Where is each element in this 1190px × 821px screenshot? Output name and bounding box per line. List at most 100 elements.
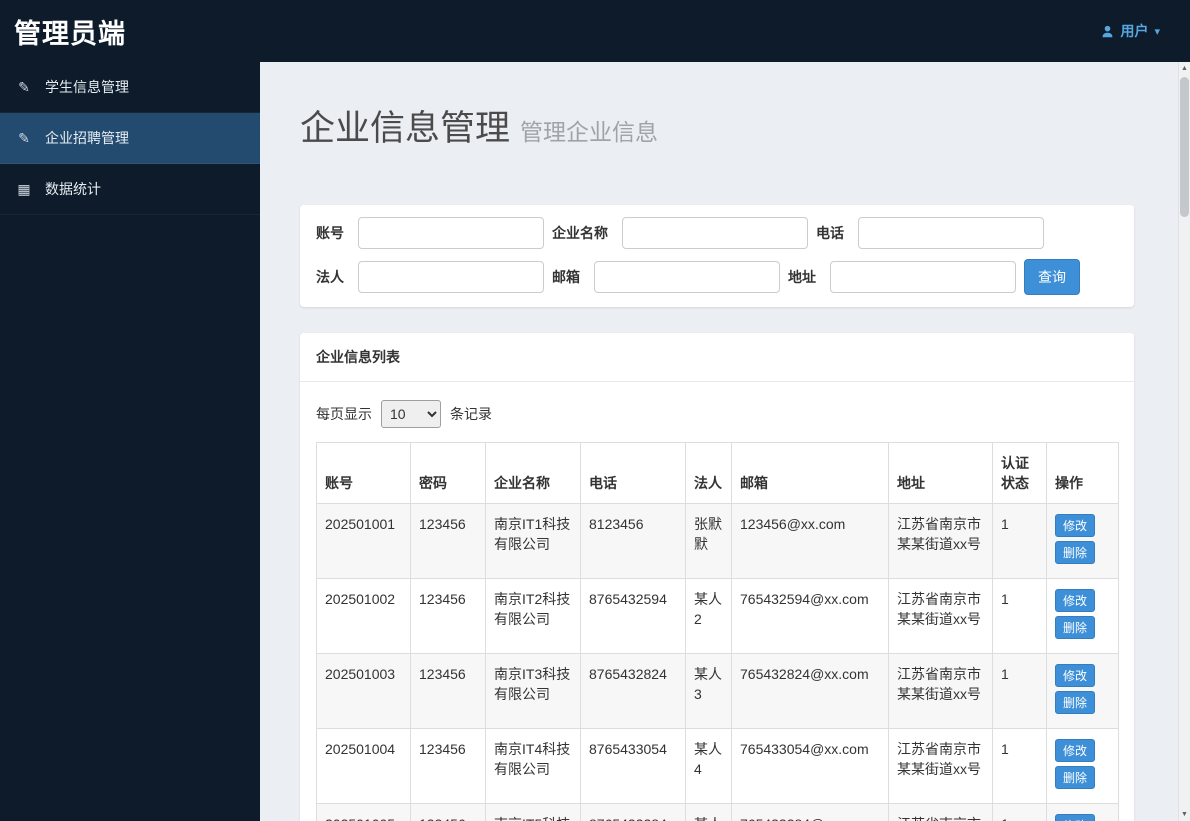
- cell-actions: 修改删除: [1046, 653, 1119, 729]
- column-header: 密码: [410, 442, 486, 504]
- email-input[interactable]: [594, 261, 780, 293]
- delete-button[interactable]: 删除: [1055, 541, 1096, 564]
- companies-table: 账号 密码 企业名称 电话 法人 邮箱 地址 认证状态 操作 202501001 123456 南京…: [316, 442, 1119, 821]
- cell-phone: 8123456: [580, 503, 686, 579]
- cell-password: 123456: [410, 803, 486, 821]
- cell-phone: 8765432594: [580, 578, 686, 654]
- field-label: 法人: [316, 269, 344, 285]
- cell-company: 南京IT5科技有限公司: [485, 803, 581, 821]
- search-card: 账号 企业名称 电话 法人 邮箱 地址 查询: [300, 205, 1134, 307]
- cell-legal: 某人2: [685, 578, 732, 654]
- cell-status: 1: [992, 728, 1047, 804]
- field-label: 地址: [788, 269, 816, 285]
- edit-button[interactable]: 修改: [1055, 814, 1096, 821]
- cell-actions: 修改删除: [1046, 728, 1119, 804]
- caret-down-icon: ▾: [1154, 25, 1160, 38]
- cell-company: 南京IT1科技有限公司: [485, 503, 581, 579]
- cell-status: 1: [992, 503, 1047, 579]
- scroll-up-icon[interactable]: ▲: [1179, 62, 1190, 75]
- cell-status: 1: [992, 578, 1047, 654]
- sidebar-item-students[interactable]: ✎ 学生信息管理: [0, 62, 260, 113]
- cell-account: 202501005: [316, 803, 411, 821]
- legal-person-input[interactable]: [358, 261, 544, 293]
- search-submit-button[interactable]: 查询: [1024, 259, 1080, 295]
- account-input[interactable]: [358, 217, 544, 249]
- page-title: 企业信息管理: [300, 109, 511, 148]
- edit-button[interactable]: 修改: [1055, 589, 1096, 612]
- sidebar-nav: ✎ 学生信息管理 ✎ 企业招聘管理 ▦ 数据统计: [0, 62, 260, 215]
- edit-button[interactable]: 修改: [1055, 514, 1096, 537]
- cell-legal: 某人5: [685, 803, 732, 821]
- delete-button[interactable]: 删除: [1055, 691, 1096, 714]
- cell-email: 123456@xx.com: [731, 503, 889, 579]
- cell-phone: 8765433284: [580, 803, 686, 821]
- scroll-down-icon[interactable]: ▼: [1179, 808, 1190, 821]
- sidebar-item-statistics[interactable]: ▦ 数据统计: [0, 164, 260, 215]
- table-body: 202501001 123456 南京IT1科技有限公司 8123456 张默默 1234…: [316, 503, 1119, 821]
- cell-address: 江苏省南京市某某街道xx号: [888, 653, 993, 729]
- cell-email: 765433054@xx.com: [731, 728, 889, 804]
- cell-address: 江苏省南京市某某街道xx号: [888, 503, 993, 579]
- cell-account: 202501004: [316, 728, 411, 804]
- search-field-phone: 电话: [816, 217, 1044, 249]
- address-input[interactable]: [830, 261, 1016, 293]
- app-title: 管理员端: [14, 18, 126, 49]
- scrollbar-thumb[interactable]: [1180, 77, 1189, 217]
- cell-email: 765432594@xx.com: [731, 578, 889, 654]
- cell-email: 765432824@xx.com: [731, 653, 889, 729]
- cell-status: 1: [992, 803, 1047, 821]
- field-label: 企业名称: [552, 225, 608, 241]
- company-name-input[interactable]: [622, 217, 808, 249]
- table-row: 202501004 123456 南京IT4科技有限公司 8765433054 某人4 7…: [316, 728, 1119, 804]
- cell-status: 1: [992, 653, 1047, 729]
- cell-phone: 8765432824: [580, 653, 686, 729]
- cell-account: 202501001: [316, 503, 411, 579]
- phone-input[interactable]: [858, 217, 1044, 249]
- sidebar-item-enterprise[interactable]: ✎ 企业招聘管理: [0, 113, 260, 164]
- column-header: 账号: [316, 442, 411, 504]
- column-header: 地址: [888, 442, 993, 504]
- list-card: 企业信息列表 每页显示 10 条记录 账号 密码 企业名称 电话 法人 邮箱 地址 认证状态操…: [300, 333, 1134, 821]
- cell-actions: 修改删除: [1046, 578, 1119, 654]
- search-field-address: 地址: [788, 261, 1016, 293]
- page-subtitle: 管理企业信息: [520, 119, 659, 145]
- topbar: 用户 ▾: [260, 0, 1190, 62]
- list-card-title: 企业信息列表: [300, 333, 1134, 382]
- edit-button[interactable]: 修改: [1055, 664, 1096, 687]
- cell-account: 202501002: [316, 578, 411, 654]
- cell-address: 江苏省南京市某某街道xx号: [888, 803, 993, 821]
- vertical-scrollbar[interactable]: ▲ ▼: [1178, 62, 1190, 821]
- main-content: 企业信息管理 管理企业信息 账号 企业名称 电话 法人 邮箱 地址 查询 企业信息列表 每页显…: [260, 62, 1178, 821]
- cell-company: 南京IT4科技有限公司: [485, 728, 581, 804]
- cell-address: 江苏省南京市某某街道xx号: [888, 578, 993, 654]
- table-row: 202501005123456南京IT5科技有限公司8765433284某人57…: [316, 803, 1119, 821]
- cell-company: 南京IT2科技有限公司: [485, 578, 581, 654]
- delete-button[interactable]: 删除: [1055, 616, 1096, 639]
- search-field-company-name: 企业名称: [552, 217, 808, 249]
- search-field-account: 账号: [316, 217, 544, 249]
- table-head-row: 账号 密码 企业名称 电话 法人 邮箱 地址 认证状态 操作: [316, 442, 1119, 504]
- field-label: 账号: [316, 225, 344, 241]
- cell-address: 江苏省南京市某某街道xx号: [888, 728, 993, 804]
- cell-legal: 张默默: [685, 503, 732, 579]
- user-label: 用户: [1120, 23, 1149, 39]
- column-header: 邮箱: [731, 442, 889, 504]
- cell-password: 123456: [410, 578, 486, 654]
- cell-password: 123456: [410, 653, 486, 729]
- edit-button[interactable]: 修改: [1055, 739, 1096, 762]
- sidebar-item-label: 学生信息管理: [45, 79, 129, 95]
- per-page-suffix: 条记录: [450, 406, 492, 422]
- search-form: 账号 企业名称 电话 法人 邮箱 地址 查询: [316, 217, 1118, 295]
- delete-button[interactable]: 删除: [1055, 766, 1096, 789]
- user-menu[interactable]: 用户 ▾: [1101, 21, 1160, 41]
- cell-password: 123456: [410, 503, 486, 579]
- sidebar-item-label: 数据统计: [45, 181, 101, 197]
- per-page-select[interactable]: 10: [381, 400, 441, 428]
- column-header: 认证状态: [992, 442, 1047, 504]
- per-page-prefix: 每页显示: [316, 406, 372, 422]
- edit-square-icon: ✎: [18, 78, 30, 95]
- table-row: 202501003 123456 南京IT3科技有限公司 8765432824 某人3 7…: [316, 653, 1119, 729]
- table-row: 202501002 123456 南京IT2科技有限公司 8765432594 某人2 7…: [316, 578, 1119, 654]
- cell-legal: 某人3: [685, 653, 732, 729]
- sidebar-item-label: 企业招聘管理: [45, 130, 129, 146]
